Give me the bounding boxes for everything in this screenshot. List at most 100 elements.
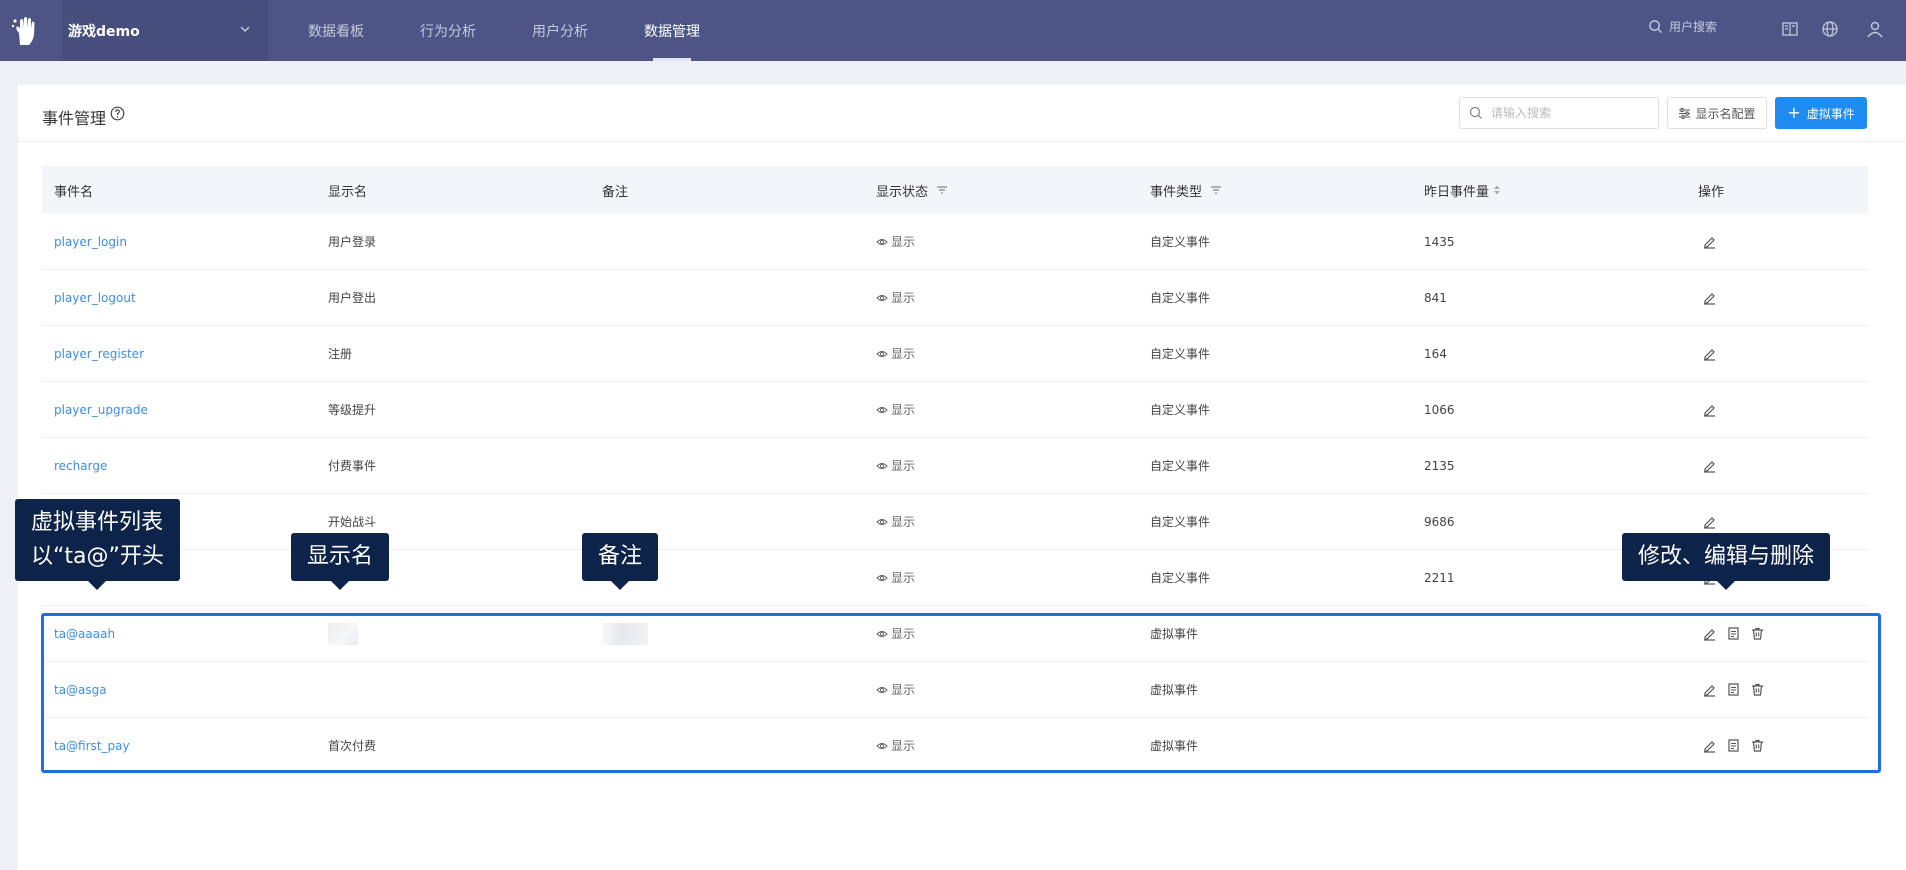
status-toggle[interactable]: 显示 (876, 345, 915, 362)
filter-icon[interactable] (936, 184, 948, 196)
status-text: 显示 (891, 235, 916, 249)
sort-icon[interactable] (1493, 184, 1501, 196)
detail-icon[interactable] (1726, 682, 1741, 697)
eye-icon (876, 518, 888, 525)
event-type: 自定义事件 (1150, 403, 1211, 417)
edit-icon[interactable] (1702, 402, 1717, 417)
nav-dashboard[interactable]: 数据看板 (280, 0, 392, 61)
event-name-link[interactable]: player_register (54, 347, 144, 361)
top-navigation-bar: 游戏demo 数据看板 行为分析 用户分析 数据管理 用户搜索 (0, 0, 1906, 61)
edit-icon[interactable] (1702, 346, 1717, 361)
status-toggle[interactable]: 显示 (876, 625, 915, 642)
type-cell: 自定义事件 (1138, 550, 1412, 605)
delete-icon[interactable] (1750, 682, 1765, 697)
user-icon[interactable] (1866, 20, 1884, 38)
edit-icon[interactable] (1702, 290, 1717, 305)
event-name-link[interactable]: recharge (54, 459, 107, 473)
status-toggle[interactable]: 显示 (876, 289, 915, 306)
event-name-link[interactable]: player_upgrade (54, 403, 148, 417)
status-toggle[interactable]: 显示 (876, 737, 915, 754)
table-row: player_register 注册 显示 自定义事件 164 (42, 326, 1868, 382)
event-name-link[interactable]: player_logout (54, 291, 136, 305)
event-table: 事件名 显示名 备注 显示状态 事件类型 昨日事件量 操作 player_log… (42, 166, 1868, 774)
page-title: 事件管理 (42, 109, 107, 128)
app-logo[interactable] (0, 0, 52, 61)
project-selector[interactable]: 游戏demo (62, 0, 268, 61)
status-cell: 显示 (864, 326, 1138, 381)
event-type: 虚拟事件 (1150, 683, 1199, 697)
event-name-cell: ta@asga (42, 662, 316, 717)
event-name-link[interactable]: ta@asga (54, 683, 107, 697)
display-name: 等级提升 (328, 403, 377, 417)
event-name-link[interactable]: player_login (54, 235, 127, 249)
delete-icon[interactable] (1750, 626, 1765, 641)
globe-icon[interactable] (1821, 20, 1839, 38)
count-cell: 1066 (1412, 382, 1686, 437)
nav-behavior-analysis[interactable]: 行为分析 (392, 0, 504, 61)
edit-icon[interactable] (1702, 626, 1717, 641)
status-toggle[interactable]: 显示 (876, 513, 915, 530)
book-icon[interactable] (1781, 20, 1799, 38)
delete-icon[interactable] (1750, 738, 1765, 753)
nav-data-management[interactable]: 数据管理 (616, 0, 728, 61)
status-cell: 显示 (864, 550, 1138, 605)
status-toggle[interactable]: 显示 (876, 401, 915, 418)
status-toggle[interactable]: 显示 (876, 233, 915, 250)
eye-icon (876, 462, 888, 469)
note-cell (590, 382, 864, 437)
actions-cell (1686, 326, 1868, 381)
project-name: 游戏demo (68, 23, 140, 40)
detail-icon[interactable] (1726, 626, 1741, 641)
note-cell (590, 662, 864, 717)
event-search-input[interactable] (1491, 106, 1641, 120)
actions-cell (1686, 382, 1868, 437)
eye-icon (876, 630, 888, 637)
col-label: 昨日事件量 (1424, 184, 1490, 200)
edit-icon[interactable] (1702, 514, 1717, 529)
status-text: 显示 (891, 459, 916, 473)
count-cell: 164 (1412, 326, 1686, 381)
add-virtual-event-button[interactable]: + 虚拟事件 (1775, 97, 1867, 129)
help-icon[interactable] (110, 106, 125, 121)
status-text: 显示 (891, 683, 916, 697)
filter-icon[interactable] (1210, 184, 1222, 196)
edit-icon[interactable] (1702, 738, 1717, 753)
event-name-link[interactable]: ta@aaaah (54, 627, 115, 641)
eye-icon (876, 574, 888, 581)
callout-display-name: 显示名 (291, 533, 390, 590)
display-name-config-button[interactable]: 显示名配置 (1667, 97, 1767, 129)
actions-cell (1686, 438, 1868, 493)
table-row: ta@first_pay 首次付费 显示 虚拟事件 (42, 718, 1868, 774)
event-name-link[interactable]: ta@first_pay (54, 739, 130, 753)
edit-icon[interactable] (1702, 682, 1717, 697)
table-header: 事件名 显示名 备注 显示状态 事件类型 昨日事件量 操作 (42, 166, 1868, 214)
col-actions: 操作 (1686, 166, 1868, 214)
hand-logo-icon (11, 16, 35, 45)
user-search[interactable]: 用户搜索 (1648, 18, 1717, 35)
detail-icon[interactable] (1726, 738, 1741, 753)
count-cell (1412, 606, 1686, 661)
event-name-cell: player_upgrade (42, 382, 316, 437)
edit-icon[interactable] (1702, 458, 1717, 473)
status-cell: 显示 (864, 214, 1138, 269)
status-toggle[interactable]: 显示 (876, 569, 915, 586)
table-row: player_login 用户登录 显示 自定义事件 1435 (42, 214, 1868, 270)
type-cell: 自定义事件 (1138, 494, 1412, 549)
status-toggle[interactable]: 显示 (876, 457, 915, 474)
card-header: 事件管理 显示名配置 + 虚拟事件 (18, 85, 1906, 142)
status-toggle[interactable]: 显示 (876, 681, 915, 698)
table-body: player_login 用户登录 显示 自定义事件 1435 player_logout… (42, 214, 1868, 774)
add-label: 虚拟事件 (1806, 106, 1855, 121)
display-name-cell: 用户登出 (316, 270, 590, 325)
edit-icon[interactable] (1702, 234, 1717, 249)
event-name-cell: ta@aaaah (42, 606, 316, 661)
nav-user-analysis[interactable]: 用户分析 (504, 0, 616, 61)
status-text: 显示 (891, 347, 916, 361)
type-cell: 自定义事件 (1138, 326, 1412, 381)
config-label: 显示名配置 (1695, 106, 1756, 121)
status-cell: 显示 (864, 494, 1138, 549)
count-cell: 2135 (1412, 438, 1686, 493)
display-name: 用户登录 (328, 235, 377, 249)
event-search[interactable] (1459, 97, 1659, 129)
event-count: 2135 (1424, 458, 1455, 473)
